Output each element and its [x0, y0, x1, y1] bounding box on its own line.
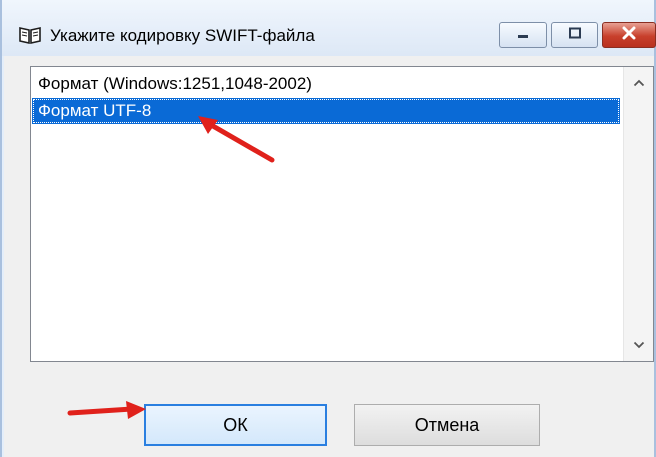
minimize-button[interactable]	[499, 22, 547, 48]
encoding-listbox[interactable]: Формат (Windows:1251,1048-2002) Формат U…	[30, 66, 654, 362]
scroll-down-button[interactable]	[624, 333, 654, 357]
cancel-button[interactable]: Отмена	[354, 404, 540, 446]
list-item-windows-1251[interactable]: Формат (Windows:1251,1048-2002)	[32, 71, 620, 97]
vertical-scrollbar[interactable]	[623, 67, 653, 361]
ok-button[interactable]: ОК	[144, 404, 327, 446]
close-icon	[621, 26, 637, 45]
title-bar[interactable]: Укажите кодировку SWIFT-файла	[2, 0, 656, 56]
list-item-utf8[interactable]: Формат UTF-8	[32, 98, 620, 124]
chevron-down-icon	[633, 336, 645, 354]
dialog-client-area: Формат (Windows:1251,1048-2002) Формат U…	[4, 56, 654, 457]
scroll-up-button[interactable]	[624, 71, 654, 95]
chevron-up-icon	[633, 74, 645, 92]
dialog-window: Укажите кодировку SWIFT-файла Формат (Wi…	[0, 0, 656, 457]
minimize-icon	[516, 26, 530, 44]
window-title: Укажите кодировку SWIFT-файла	[50, 26, 315, 45]
maximize-icon	[568, 26, 582, 44]
book-icon	[18, 25, 42, 45]
close-button[interactable]	[602, 22, 656, 48]
maximize-button[interactable]	[551, 22, 598, 48]
